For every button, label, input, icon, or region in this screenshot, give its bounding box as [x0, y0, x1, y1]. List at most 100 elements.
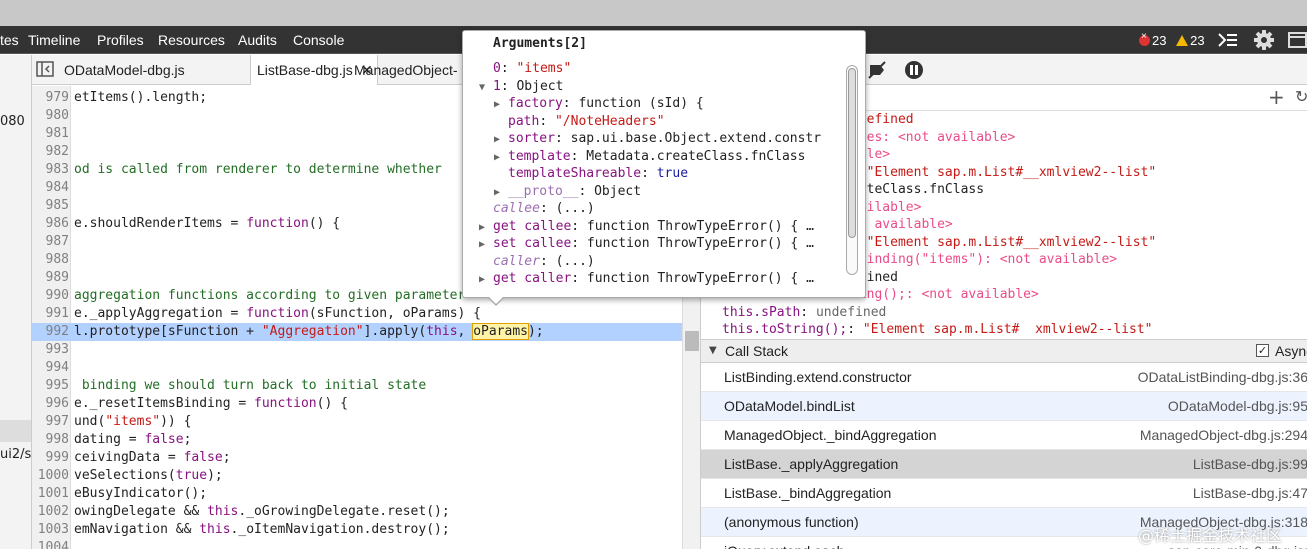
gear-icon[interactable] [1253, 29, 1275, 51]
toggle-navigator-icon[interactable] [36, 61, 54, 77]
line-number[interactable]: 994 [32, 359, 69, 377]
tab-audits[interactable]: Audits [238, 32, 277, 48]
expand-triangle-icon[interactable]: ▶ [494, 149, 508, 167]
tab-timeline[interactable]: Timeline [28, 32, 80, 48]
line-number[interactable]: 992 [32, 323, 69, 341]
code-line[interactable]: 1002 owingDelegate && this._oGrowingDeleg… [32, 503, 682, 521]
scope-entry[interactable]: ot available> [851, 216, 953, 234]
object-property[interactable]: ▶ sorter: sap.ui.base.Object.extend.const… [494, 130, 821, 148]
expand-triangle-icon[interactable]: ▶ [479, 219, 493, 237]
expand-triangle-icon[interactable]: ▶ [479, 271, 493, 289]
line-number[interactable]: 998 [32, 431, 69, 449]
call-stack-frame[interactable]: ListBinding.extend.constructor ODataListB… [701, 363, 1307, 392]
object-property[interactable]: ▶ get callee: function ThrowTypeError() {… [479, 218, 814, 236]
pause-icon[interactable] [904, 60, 924, 80]
call-stack-frame[interactable]: ODataModel.bindList ODataModel-dbg.js:95 [701, 392, 1307, 421]
line-number[interactable]: 982 [32, 143, 69, 161]
line-number[interactable]: 1000 [32, 467, 69, 485]
code-line[interactable]: 1000 veSelections(true); [32, 467, 682, 485]
scope-entry[interactable]: : "Element sap.m.List#__xmlview2--list" [851, 234, 1156, 252]
code-line[interactable]: 992 l.prototype[sFunction + "Aggregation"… [32, 323, 682, 341]
line-number[interactable]: 1003 [32, 521, 69, 539]
call-stack-frame[interactable]: ListBase._bindAggregation ListBase-dbg.js… [701, 479, 1307, 508]
scope-entry[interactable]: this.sPath: undefined [722, 304, 886, 322]
object-property[interactable]: templateShareable: true [494, 165, 688, 183]
line-number[interactable]: 983 [32, 161, 69, 179]
expand-triangle-icon[interactable]: ▶ [494, 131, 508, 149]
tab-console[interactable]: Console [293, 32, 344, 48]
call-stack-header[interactable]: ▼ Call Stack ✓ Async [701, 339, 1307, 363]
object-property[interactable]: ▶ factory: function (sId) { [494, 95, 704, 113]
expand-triangle-icon[interactable]: ▼ [479, 79, 493, 97]
file-tab-managedobject[interactable]: ManagedObject- [354, 62, 458, 78]
scope-entry[interactable]: tBinding("items"): <not available> [851, 251, 1117, 269]
object-property[interactable]: ▶ get caller: function ThrowTypeError() {… [479, 270, 814, 288]
code-line[interactable]: 991 e._applyAggregation = function(sFunct… [32, 305, 682, 323]
code-line[interactable]: 997 und("items")) { [32, 413, 682, 431]
frame-location[interactable]: ListBase-dbg.js:99 [1193, 456, 1307, 472]
line-number[interactable]: 984 [32, 179, 69, 197]
code-line[interactable]: 996 e._resetItemsBinding = function() { [32, 395, 682, 413]
object-property[interactable]: ▼ 1: Object [479, 78, 563, 96]
popover-scrollbar[interactable] [846, 65, 858, 275]
error-warning-counter[interactable]: 23 23 [1139, 31, 1205, 48]
line-number[interactable]: 997 [32, 413, 69, 431]
object-property[interactable]: path: "/NoteHeaders" [494, 113, 665, 131]
expand-triangle-icon[interactable]: ▶ [479, 236, 493, 254]
navigator-selected-row[interactable] [0, 420, 31, 442]
code-line[interactable]: 993 [32, 341, 682, 359]
line-number[interactable]: 990 [32, 287, 69, 305]
code-line[interactable]: 998 dating = false; [32, 431, 682, 449]
object-property[interactable]: ▶ template: Metadata.createClass.fnClass [494, 148, 805, 166]
code-line[interactable]: 999 ceivingData = false; [32, 449, 682, 467]
object-property[interactable]: callee: (...) [479, 200, 595, 218]
expand-triangle-icon[interactable]: ▶ [494, 96, 508, 114]
line-number[interactable]: 1004 [32, 539, 69, 549]
line-number[interactable]: 987 [32, 233, 69, 251]
refresh-icon[interactable]: ↻ [1295, 87, 1307, 106]
scope-entry[interactable]: ring();: <not available> [851, 286, 1039, 304]
line-number[interactable]: 1002 [32, 503, 69, 521]
line-number[interactable]: 1001 [32, 485, 69, 503]
frame-location[interactable]: ODataListBinding-dbg.js:36 [1138, 369, 1307, 385]
object-property[interactable]: 0: "items" [479, 60, 571, 78]
frame-location[interactable]: ManagedObject-dbg.js:294 [1140, 427, 1307, 443]
dock-icon[interactable] [1288, 31, 1307, 49]
frame-location[interactable]: ODataModel-dbg.js:95 [1168, 398, 1307, 414]
line-number[interactable]: 995 [32, 377, 69, 395]
line-number[interactable]: 993 [32, 341, 69, 359]
tab-resources[interactable]: Resources [158, 32, 225, 48]
line-number[interactable]: 991 [32, 305, 69, 323]
scrollbar-thumb[interactable] [848, 68, 856, 238]
scope-entry[interactable]: : "Element sap.m.List#__xmlview2--list" [851, 164, 1156, 182]
frame-location[interactable]: ListBase-dbg.js:47 [1193, 485, 1307, 501]
line-number[interactable]: 989 [32, 269, 69, 287]
code-line[interactable]: 1001 eBusyIndicator(); [32, 485, 682, 503]
line-number[interactable]: 980 [32, 107, 69, 125]
add-watch-icon[interactable]: + [1268, 85, 1285, 109]
async-checkbox[interactable]: ✓ [1256, 344, 1269, 357]
line-number[interactable]: 985 [32, 197, 69, 215]
code-line[interactable]: 1003 emNavigation && this._oItemNavigatio… [32, 521, 682, 539]
line-number[interactable]: 999 [32, 449, 69, 467]
object-property[interactable]: ▶ set callee: function ThrowTypeError() {… [479, 235, 814, 253]
scope-entry[interactable]: this.toString();: "Element sap.m.List# x… [722, 321, 1152, 339]
console-drawer-icon[interactable] [1217, 31, 1239, 49]
tab-sources[interactable]: tes [0, 32, 19, 48]
object-property[interactable]: caller: (...) [479, 253, 595, 271]
object-property[interactable]: ▶ __proto__: Object [494, 183, 641, 201]
code-line[interactable]: 995 binding we should turn back to initi… [32, 377, 682, 395]
line-number[interactable]: 988 [32, 251, 69, 269]
scope-entry[interactable]: utes: <not available> [851, 129, 1015, 147]
scope-entry[interactable]: eateClass.fnClass [851, 181, 984, 199]
tab-profiles[interactable]: Profiles [97, 32, 144, 48]
code-line[interactable]: 994 [32, 359, 682, 377]
line-number[interactable]: 986 [32, 215, 69, 233]
call-stack-frame[interactable]: ManagedObject._bindAggregation ManagedObj… [701, 421, 1307, 450]
deactivate-breakpoints-icon[interactable] [867, 60, 887, 80]
line-number[interactable]: 979 [32, 89, 69, 107]
line-number[interactable]: 996 [32, 395, 69, 413]
code-line[interactable]: 1004 [32, 539, 682, 549]
expand-triangle-icon[interactable]: ▶ [494, 184, 508, 202]
line-number[interactable]: 981 [32, 125, 69, 143]
